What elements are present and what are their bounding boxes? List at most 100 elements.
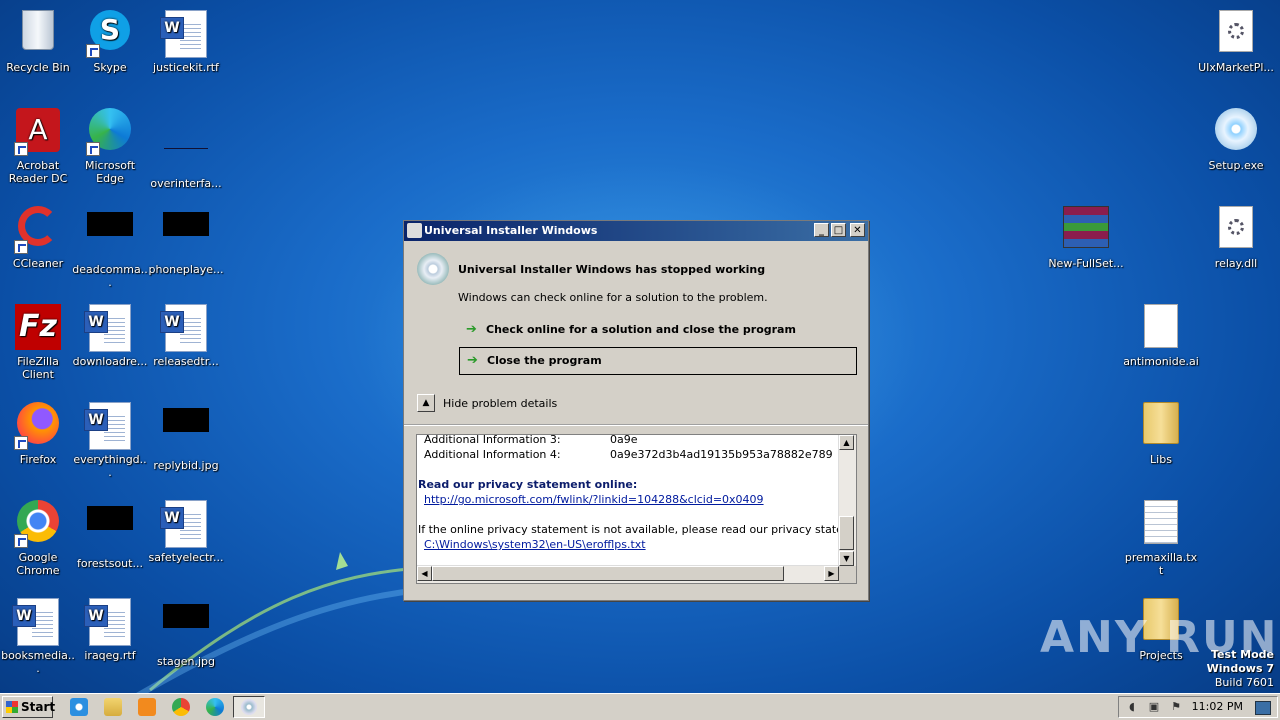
privacy-link[interactable]: http://go.microsoft.com/fwlink/?linkid=1…	[424, 493, 764, 506]
desktop-icon-firefox[interactable]: Firefox	[0, 396, 76, 466]
desktop-icon-premaxilla[interactable]: premaxilla.txt	[1123, 494, 1199, 577]
horizontal-scrollbar[interactable]: ◀ ▶	[417, 565, 839, 583]
desktop-icon-safetyelectr[interactable]: W safetyelectr...	[148, 494, 224, 564]
green-arrow-icon: ➔	[467, 353, 478, 368]
desktop-icon-releasedtr[interactable]: W releasedtr...	[148, 298, 224, 368]
desktop-icon-booksmedia[interactable]: W booksmedia...	[0, 592, 76, 675]
desktop-icon-libs[interactable]: Libs	[1123, 396, 1199, 466]
offline-privacy-path-link[interactable]: C:\Windows\system32\en-US\erofflps.txt	[424, 538, 646, 551]
scroll-right-icon[interactable]: ▶	[824, 566, 839, 581]
desktop-icon-justicekit[interactable]: W justicekit.rtf	[148, 4, 224, 74]
icon-label: justicekit.rtf	[153, 61, 219, 74]
start-label: Start	[21, 700, 56, 714]
word-document-icon: W	[12, 598, 62, 646]
taskbar-installer-button[interactable]	[233, 696, 265, 718]
desktop-icon-stagen[interactable]: stagen.jpg	[148, 592, 224, 668]
desktop-icon-skype[interactable]: S Skype	[72, 4, 148, 74]
desktop-icon-edge[interactable]: Microsoft Edge	[72, 102, 148, 185]
icon-label: releasedtr...	[153, 355, 219, 368]
icon-label: Microsoft Edge	[84, 159, 136, 185]
scroll-up-icon[interactable]: ▲	[839, 435, 854, 450]
additional-info-3-label: Additional Information 3:	[424, 435, 561, 446]
maximize-button[interactable]: □	[831, 223, 846, 237]
desktop-icon-iraqeg[interactable]: W iraqeg.rtf	[72, 592, 148, 662]
divider	[404, 424, 868, 426]
close-program-label: Close the program	[487, 354, 602, 367]
icon-label: Setup.exe	[1208, 159, 1264, 172]
chrome-icon	[14, 500, 62, 548]
vertical-scroll-thumb[interactable]	[839, 516, 854, 550]
windows-logo-icon	[6, 701, 18, 713]
filezilla-icon: Fz	[14, 304, 62, 352]
edge-icon	[86, 108, 134, 156]
icon-label: Firefox	[19, 453, 57, 466]
media-player-icon[interactable]	[138, 698, 156, 716]
desktop-icon-ccleaner[interactable]: CCleaner	[0, 200, 76, 270]
desktop-icon-relay[interactable]: relay.dll	[1198, 200, 1274, 270]
desktop-icon-setup[interactable]: Setup.exe	[1198, 102, 1274, 172]
close-program-button[interactable]: ➔ Close the program	[459, 347, 857, 375]
hide-details-toggle[interactable]: ▲ Hide problem details	[417, 394, 557, 414]
desktop-icon-filezilla[interactable]: Fz FileZilla Client	[0, 298, 76, 381]
desktop-icon-recycle-bin[interactable]: Recycle Bin	[0, 4, 76, 74]
desktop-icon-chrome[interactable]: Google Chrome	[0, 494, 76, 577]
problem-details-box[interactable]: Additional Information 3: 0a9e Additiona…	[416, 434, 857, 584]
word-document-icon: W	[160, 10, 210, 58]
desktop-icon-downloadre[interactable]: W downloadre...	[72, 298, 148, 368]
icon-label: UIxMarketPl...	[1198, 61, 1274, 74]
firefox-icon	[14, 402, 62, 450]
icon-label: iraqeg.rtf	[84, 649, 136, 662]
chevron-up-icon: ▲	[417, 394, 435, 412]
check-online-button[interactable]: ➔ Check online for a solution and close …	[459, 317, 857, 345]
dialog-heading: Universal Installer Windows has stopped …	[458, 263, 766, 276]
folder-icon[interactable]	[104, 698, 122, 716]
desktop-icon-uixmarket[interactable]: UIxMarketPl...	[1198, 4, 1274, 74]
setup-disc-icon	[1212, 108, 1260, 156]
dialog-titlebar[interactable]: Universal Installer Windows _ □ ✕	[404, 221, 868, 241]
flag-icon[interactable]: ⚑	[1169, 700, 1183, 714]
horizontal-scroll-thumb[interactable]	[432, 566, 784, 581]
icon-label: New-FullSet...	[1048, 257, 1124, 270]
offline-privacy-text: If the online privacy statement is not a…	[418, 523, 839, 536]
icon-label: premaxilla.txt	[1124, 551, 1198, 577]
icon-label: antimonide.ai	[1123, 355, 1199, 368]
icon-label: phoneplaye...	[148, 263, 224, 276]
desktop-icon-antimonide[interactable]: antimonide.ai	[1123, 298, 1199, 368]
text-file-icon	[1137, 500, 1185, 548]
desktop-icon-everythingd[interactable]: W everythingd...	[72, 396, 148, 479]
clock[interactable]: 11:02 PM	[1192, 697, 1243, 717]
scroll-left-icon[interactable]: ◀	[417, 566, 432, 581]
vertical-scrollbar[interactable]: ▲ ▼	[838, 435, 856, 566]
show-desktop-icon[interactable]	[1255, 701, 1271, 715]
start-button[interactable]: Start	[2, 696, 56, 718]
icon-label: Recycle Bin	[6, 61, 70, 74]
internet-explorer-icon[interactable]	[70, 698, 88, 716]
volume-icon[interactable]: ◖	[1125, 700, 1139, 714]
desktop-icon-overinterfa[interactable]: overinterfa...	[148, 102, 224, 190]
edge-icon[interactable]	[206, 698, 224, 716]
word-document-icon: W	[84, 402, 134, 450]
icon-label: FileZilla Client	[17, 355, 59, 381]
installer-disc-icon	[417, 253, 449, 285]
black-thumbnail-icon	[162, 408, 210, 456]
network-icon[interactable]: ▣	[1147, 700, 1161, 714]
desktop-icon-deadcomma[interactable]: deadcomma...	[72, 200, 148, 289]
test-mode-notice: Test Mode Windows 7 Build 7601	[1207, 648, 1274, 690]
icon-label: overinterfa...	[150, 177, 222, 190]
scroll-down-icon[interactable]: ▼	[839, 551, 854, 566]
desktop-icon-replybid[interactable]: replybid.jpg	[148, 396, 224, 472]
icon-label: replybid.jpg	[153, 459, 219, 472]
chrome-icon[interactable]	[172, 698, 190, 716]
icon-label: Acrobat Reader DC	[8, 159, 68, 185]
check-online-label: Check online for a solution and close th…	[486, 323, 796, 336]
dialog-subtext: Windows can check online for a solution …	[458, 291, 768, 304]
file-icon	[162, 126, 210, 174]
desktop-icon-acrobat[interactable]: A Acrobat Reader DC	[0, 102, 76, 185]
desktop-icon-newfullset[interactable]: New-FullSet...	[1048, 200, 1124, 270]
word-document-icon: W	[84, 598, 134, 646]
desktop-icon-phoneplaye[interactable]: phoneplaye...	[148, 200, 224, 276]
desktop-icon-forestsout[interactable]: forestsout...	[72, 494, 148, 570]
close-button[interactable]: ✕	[850, 223, 865, 237]
minimize-button[interactable]: _	[814, 223, 829, 237]
word-document-icon: W	[160, 500, 210, 548]
